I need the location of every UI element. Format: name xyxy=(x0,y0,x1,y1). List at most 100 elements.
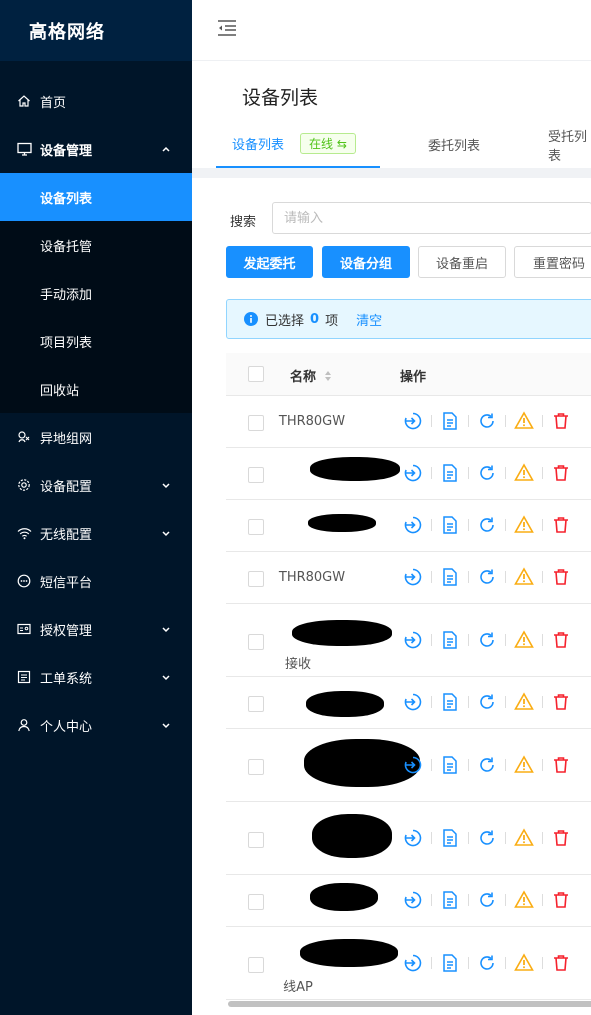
refresh-icon[interactable] xyxy=(476,514,498,536)
warning-icon[interactable] xyxy=(513,827,535,849)
horizontal-scrollbar[interactable] xyxy=(228,1001,591,1007)
sort-icon[interactable] xyxy=(324,370,332,382)
delete-icon[interactable] xyxy=(550,462,572,484)
refresh-icon[interactable] xyxy=(476,629,498,651)
warning-icon[interactable] xyxy=(513,952,535,974)
refresh-icon[interactable] xyxy=(476,754,498,776)
tab-delegate-list[interactable]: 委托列表 xyxy=(428,121,480,168)
row-checkbox[interactable] xyxy=(248,956,264,973)
online-status-badge[interactable]: 在线 ⇆ xyxy=(300,133,356,154)
row-checkbox[interactable] xyxy=(248,467,264,483)
sidebar-item-device-config[interactable]: 设备配置 xyxy=(0,461,192,509)
menu-fold-icon[interactable] xyxy=(216,18,238,38)
document-icon[interactable] xyxy=(439,410,461,432)
delete-icon[interactable] xyxy=(550,514,572,536)
row-checkbox[interactable] xyxy=(248,758,264,775)
row-checkbox[interactable] xyxy=(248,696,264,712)
refresh-icon[interactable] xyxy=(476,410,498,432)
warning-icon[interactable] xyxy=(513,629,535,651)
document-icon[interactable] xyxy=(439,952,461,974)
search-input[interactable] xyxy=(272,202,591,234)
device-reboot-button[interactable]: 设备重启 xyxy=(418,246,506,278)
delete-icon[interactable] xyxy=(550,952,572,974)
login-icon[interactable] xyxy=(402,410,424,432)
row-checkbox[interactable] xyxy=(248,894,264,910)
app-logo[interactable]: 高格网络 xyxy=(0,0,192,61)
warning-icon[interactable] xyxy=(513,514,535,536)
refresh-icon[interactable] xyxy=(476,462,498,484)
table-row[interactable]: 接收 xyxy=(226,604,591,677)
device-group-button[interactable]: 设备分组 xyxy=(322,246,410,278)
table-row[interactable] xyxy=(226,875,591,927)
document-icon[interactable] xyxy=(439,754,461,776)
start-delegation-button[interactable]: 发起委托 xyxy=(226,246,313,278)
select-all-checkbox[interactable] xyxy=(248,366,264,382)
document-icon[interactable] xyxy=(439,462,461,484)
sidebar-item-device-list[interactable]: 设备列表 xyxy=(0,173,192,221)
table-row[interactable] xyxy=(226,448,591,500)
row-checkbox[interactable] xyxy=(248,633,264,650)
document-icon[interactable] xyxy=(439,691,461,713)
document-icon[interactable] xyxy=(439,629,461,651)
delete-icon[interactable] xyxy=(550,691,572,713)
tab-device-list[interactable]: 设备列表 在线 ⇆ xyxy=(216,121,380,168)
login-icon[interactable] xyxy=(402,952,424,974)
row-checkbox[interactable] xyxy=(248,831,264,848)
document-icon[interactable] xyxy=(439,566,461,588)
action-separator xyxy=(542,415,543,427)
table-row[interactable]: 线AP xyxy=(226,927,591,1000)
delete-icon[interactable] xyxy=(550,754,572,776)
warning-icon[interactable] xyxy=(513,462,535,484)
sidebar-item-wireless-config[interactable]: 无线配置 xyxy=(0,509,192,557)
document-icon[interactable] xyxy=(439,514,461,536)
column-header-ops: 操作 xyxy=(400,370,427,385)
sidebar-item-sms-platform[interactable]: 短信平台 xyxy=(0,557,192,605)
table-row[interactable] xyxy=(226,729,591,802)
refresh-icon[interactable] xyxy=(476,889,498,911)
sidebar-item-remote-network[interactable]: 异地组网 xyxy=(0,413,192,461)
sidebar-item-personal-center[interactable]: 个人中心 xyxy=(0,701,192,749)
delete-icon[interactable] xyxy=(550,410,572,432)
login-icon[interactable] xyxy=(402,566,424,588)
warning-icon[interactable] xyxy=(513,691,535,713)
warning-icon[interactable] xyxy=(513,754,535,776)
login-icon[interactable] xyxy=(402,629,424,651)
login-icon[interactable] xyxy=(402,754,424,776)
table-row[interactable]: THR80GW xyxy=(226,396,591,448)
document-icon[interactable] xyxy=(439,827,461,849)
login-icon[interactable] xyxy=(402,514,424,536)
row-checkbox[interactable] xyxy=(248,519,264,535)
sidebar-item-device-mgmt[interactable]: 设备管理 xyxy=(0,125,192,173)
sidebar-item-license-mgmt[interactable]: 授权管理 xyxy=(0,605,192,653)
warning-icon[interactable] xyxy=(513,889,535,911)
refresh-icon[interactable] xyxy=(476,952,498,974)
table-row[interactable] xyxy=(226,677,591,729)
sidebar-item-device-hosting[interactable]: 设备托管 xyxy=(0,221,192,269)
refresh-icon[interactable] xyxy=(476,691,498,713)
login-icon[interactable] xyxy=(402,691,424,713)
table-row[interactable]: THR80GW xyxy=(226,552,591,604)
sidebar-item-home[interactable]: 首页 xyxy=(0,77,192,125)
delete-icon[interactable] xyxy=(550,566,572,588)
tab-entrusted-list[interactable]: 受托列表 xyxy=(548,121,591,168)
delete-icon[interactable] xyxy=(550,629,572,651)
login-icon[interactable] xyxy=(402,889,424,911)
sidebar-item-manual-add[interactable]: 手动添加 xyxy=(0,269,192,317)
document-icon[interactable] xyxy=(439,889,461,911)
column-header-name[interactable]: 名称 xyxy=(290,366,332,385)
login-icon[interactable] xyxy=(402,462,424,484)
refresh-icon[interactable] xyxy=(476,566,498,588)
delete-icon[interactable] xyxy=(550,889,572,911)
warning-icon[interactable] xyxy=(513,410,535,432)
reset-password-button[interactable]: 重置密码 xyxy=(514,246,591,278)
refresh-icon[interactable] xyxy=(476,827,498,849)
delete-icon[interactable] xyxy=(550,827,572,849)
table-row[interactable] xyxy=(226,802,591,875)
clear-selection-link[interactable]: 清空 xyxy=(356,310,382,329)
table-row[interactable] xyxy=(226,500,591,552)
login-icon[interactable] xyxy=(402,827,424,849)
sidebar-item-ticket-system[interactable]: 工单系统 xyxy=(0,653,192,701)
warning-icon[interactable] xyxy=(513,566,535,588)
sidebar-item-recycle-bin[interactable]: 回收站 xyxy=(0,365,192,413)
sidebar-item-project-list[interactable]: 项目列表 xyxy=(0,317,192,365)
